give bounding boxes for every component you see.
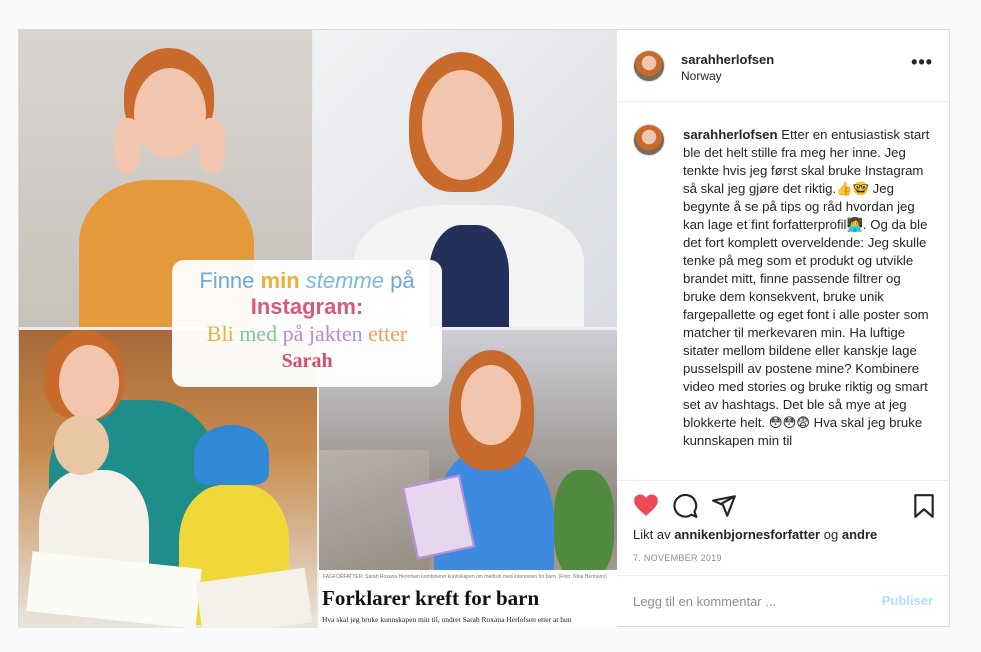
heart-icon[interactable]	[633, 493, 659, 522]
comment-icon[interactable]	[672, 493, 698, 524]
comment-input[interactable]	[633, 590, 863, 612]
likes-others[interactable]: andre	[842, 527, 877, 542]
news-photo-caption: FAGFORFATTER: Sarah Roxana Herlofsen kom…	[323, 574, 607, 580]
post-date[interactable]: 7. NOVEMBER 2019	[633, 553, 722, 563]
caption-text: sarahherlofsen Etter en entusiastisk sta…	[683, 127, 930, 448]
caption-avatar[interactable]	[633, 124, 665, 156]
post-sidebar: sarahherlofsen Norway ••• sarahherlofsen…	[617, 30, 949, 626]
bookmark-icon[interactable]	[913, 493, 935, 524]
paper-plane-icon[interactable]	[711, 493, 737, 524]
post-header: sarahherlofsen Norway •••	[617, 30, 949, 102]
news-subtext: Hva skal jeg bruke kunnskapen min til, u…	[322, 615, 572, 624]
overlay-line-3: Bli med på jakten etter	[206, 321, 408, 346]
publish-button[interactable]: Publiser	[882, 593, 933, 608]
comment-row: Publiser	[617, 575, 949, 627]
overlay-line-4: Sarah	[281, 350, 333, 372]
avatar[interactable]	[633, 50, 665, 82]
instagram-post: FAGFORFATTER: Sarah Roxana Herlofsen kom…	[18, 29, 950, 628]
overlay-line-1: Finne min stemme på	[199, 268, 415, 293]
post-actions: Likt av annikenbjornesforfatter og andre…	[617, 480, 949, 626]
overlay-line-2: Instagram:	[250, 294, 364, 319]
header-username[interactable]: sarahherlofsen	[681, 52, 774, 67]
post-image[interactable]: FAGFORFATTER: Sarah Roxana Herlofsen kom…	[19, 30, 617, 628]
news-headline: Forklarer kreft for barn	[322, 586, 540, 610]
header-location[interactable]: Norway	[681, 69, 722, 83]
image-text-overlay: Finne min stemme på Instagram: Bli med p…	[172, 260, 442, 387]
more-options-icon[interactable]: •••	[911, 53, 933, 71]
caption-area: sarahherlofsen Etter en entusiastisk sta…	[617, 102, 949, 480]
liker-username[interactable]: annikenbjornesforfatter	[674, 527, 820, 542]
caption-username[interactable]: sarahherlofsen	[683, 127, 778, 142]
likes-summary: Likt av annikenbjornesforfatter og andre	[633, 527, 878, 542]
newspaper-clipping: FAGFORFATTER: Sarah Roxana Herlofsen kom…	[319, 570, 617, 628]
